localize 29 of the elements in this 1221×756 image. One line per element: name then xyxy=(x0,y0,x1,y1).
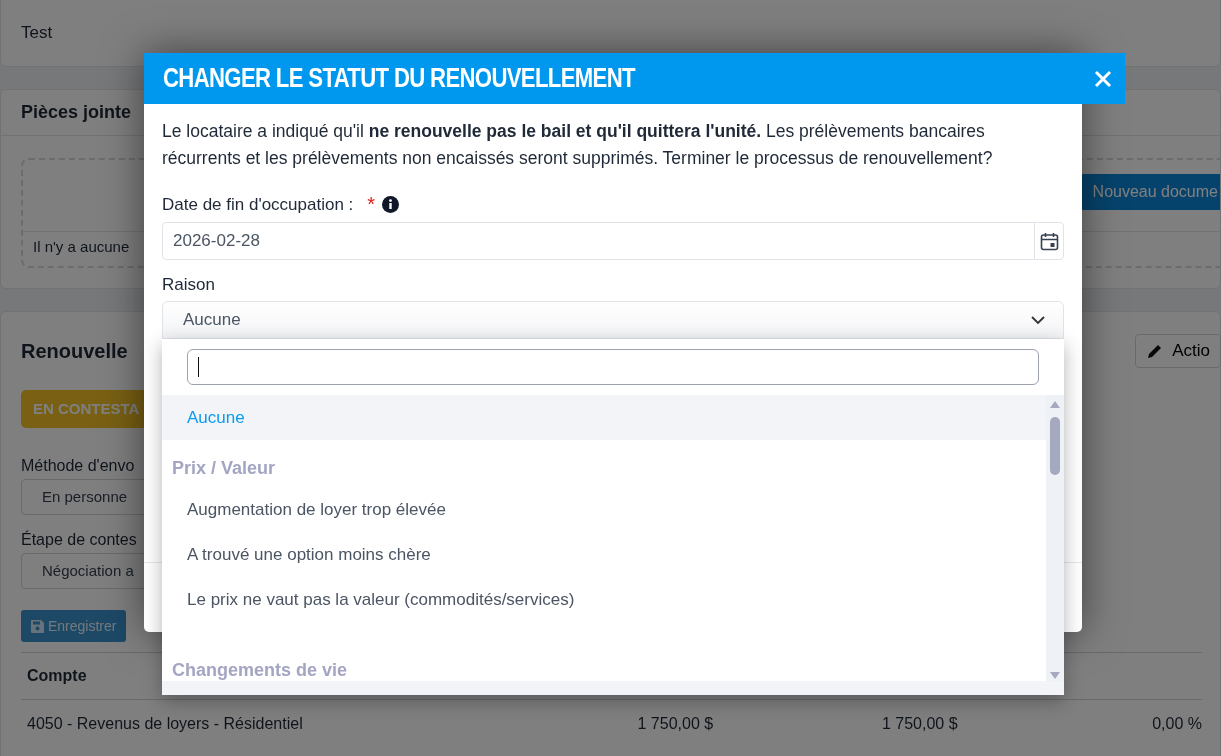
table-cell: 0,00 % xyxy=(957,699,1202,748)
close-icon[interactable] xyxy=(1093,68,1113,89)
calendar-icon[interactable] xyxy=(1039,231,1059,251)
dropdown-option[interactable]: A trouvé une option moins chère xyxy=(162,532,1046,577)
card-title: Pièces jointe xyxy=(21,102,132,122)
date-field[interactable]: 2026-02-28 xyxy=(162,222,1064,260)
chevron-down-icon xyxy=(1031,315,1045,325)
table-cell: 4050 - Revenus de loyers - Résidentiel xyxy=(21,699,555,748)
search-field[interactable] xyxy=(187,349,1039,385)
dropdown-option[interactable]: Augmentation de loyer trop élevée xyxy=(162,487,1046,532)
required-mark: * xyxy=(367,193,376,216)
empty-text: Il n'y a aucune xyxy=(32,237,130,255)
scrollbar[interactable] xyxy=(1046,395,1064,681)
option-group-label: Prix / Valeur xyxy=(171,457,277,480)
field-label: Date de fin d'occupation : xyxy=(162,194,354,215)
card-title: Renouvelle xyxy=(21,339,128,363)
reason-select[interactable]: Aucune xyxy=(162,301,1064,339)
field-label: Méthode d'envo xyxy=(21,456,135,476)
option-group-label: Changements de vie xyxy=(171,659,349,681)
modal-title: CHANGER LE STATUT DU RENOUVELLEMENT xyxy=(163,63,635,94)
table-cell: 1 750,00 $ xyxy=(554,699,714,748)
field-label: Raison xyxy=(162,275,216,295)
field-label: Étape de contes xyxy=(21,530,137,550)
actions-button[interactable]: Actio xyxy=(1135,334,1221,368)
info-icon xyxy=(382,196,400,213)
dropdown-option[interactable]: Le prix ne vaut pas la valeur (commodités/services) xyxy=(162,577,1046,622)
note-text: Test xyxy=(21,23,53,42)
message-text: Le locataire a indiqué qu'il ne renouvelle pas le bail et qu'il quittera l'unité. Les prélèvements bancaires récurrents et les prélèvements non encaissés seront supprimés. Terminer le processus de renouvellement? xyxy=(162,120,994,170)
table-cell: 1 750,00 $ xyxy=(713,699,958,748)
